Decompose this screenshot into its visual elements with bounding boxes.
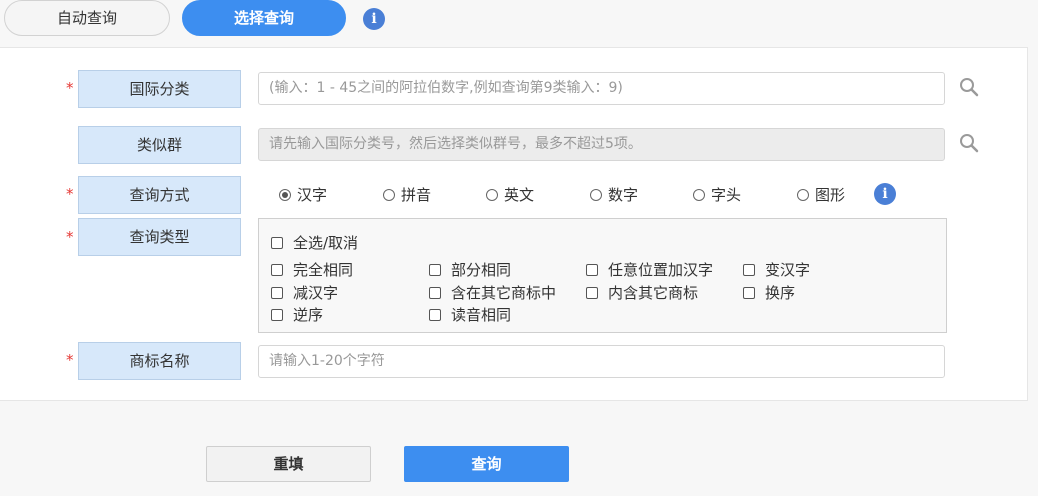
radio-circle	[279, 189, 291, 201]
radio-circle	[797, 189, 809, 201]
required-marker: *	[66, 228, 74, 246]
checkbox-box	[271, 237, 283, 249]
intl-class-search-icon[interactable]	[959, 77, 979, 97]
radio-option-number[interactable]: 数字	[590, 185, 638, 205]
checkbox-label: 含在其它商标中	[451, 284, 557, 302]
info-icon[interactable]: i	[363, 8, 385, 30]
checkbox-box	[586, 287, 598, 299]
checkbox-partial-match[interactable]: 部分相同	[429, 260, 511, 280]
query-type-label: 查询类型	[78, 218, 241, 256]
checkbox-add-hanzi-anywhere[interactable]: 任意位置加汉字	[586, 260, 713, 280]
required-marker: *	[66, 79, 74, 97]
radio-option-graphic[interactable]: 图形	[797, 185, 845, 205]
checkbox-same-pronunciation[interactable]: 读音相同	[429, 305, 511, 325]
tab-auto-query[interactable]: 自动查询	[4, 0, 170, 36]
tab-select-query[interactable]: 选择查询	[182, 0, 346, 36]
checkbox-exact-match[interactable]: 完全相同	[271, 260, 353, 280]
similar-group-input[interactable]: 请先输入国际分类号，然后选择类似群号，最多不超过5项。	[258, 128, 945, 161]
checkbox-box	[429, 309, 441, 321]
radio-circle	[486, 189, 498, 201]
checkbox-select-all[interactable]: 全选/取消	[271, 233, 358, 253]
checkbox-box	[271, 287, 283, 299]
required-marker: *	[66, 351, 74, 369]
radio-label: 英文	[504, 186, 535, 204]
checkbox-label: 逆序	[293, 306, 324, 324]
query-button[interactable]: 查询	[404, 446, 569, 482]
radio-option-pinyin[interactable]: 拼音	[383, 185, 431, 205]
radio-label: 汉字	[297, 186, 328, 204]
query-method-info-icon[interactable]: i	[874, 183, 896, 205]
checkbox-remove-hanzi[interactable]: 减汉字	[271, 283, 338, 303]
checkbox-box	[743, 287, 755, 299]
checkbox-contained-in-other[interactable]: 含在其它商标中	[429, 283, 556, 303]
checkbox-box	[586, 264, 598, 276]
checkbox-label: 任意位置加汉字	[608, 261, 714, 279]
checkbox-reorder[interactable]: 换序	[743, 283, 795, 303]
checkbox-box	[429, 264, 441, 276]
checkbox-label: 部分相同	[451, 261, 512, 279]
checkbox-label: 内含其它商标	[608, 284, 699, 302]
query-type-options-box: 全选/取消 完全相同 部分相同 任意位置加汉字 变汉字 减汉字 含在其它商标中 …	[258, 218, 947, 333]
query-method-label: 查询方式	[78, 176, 241, 214]
radio-option-initials[interactable]: 字头	[693, 185, 741, 205]
checkbox-box	[743, 264, 755, 276]
similar-group-label: 类似群	[78, 126, 241, 164]
checkbox-reverse-order[interactable]: 逆序	[271, 305, 323, 325]
query-mode-tabs: 自动查询 选择查询 i	[0, 0, 1038, 40]
intl-class-label: 国际分类	[78, 70, 241, 108]
checkbox-contains-other[interactable]: 内含其它商标	[586, 283, 698, 303]
radio-circle	[383, 189, 395, 201]
trademark-name-label: 商标名称	[78, 342, 241, 380]
checkbox-label: 变汉字	[765, 261, 811, 279]
radio-option-hanzi[interactable]: 汉字	[279, 185, 327, 205]
intl-class-input[interactable]: (输入：1 - 45之间的阿拉伯数字,例如查询第9类输入：9)	[258, 72, 945, 105]
required-marker: *	[66, 185, 74, 203]
radio-label: 数字	[608, 186, 639, 204]
radio-option-english[interactable]: 英文	[486, 185, 534, 205]
checkbox-change-hanzi[interactable]: 变汉字	[743, 260, 810, 280]
reset-button[interactable]: 重填	[206, 446, 371, 482]
checkbox-label: 换序	[765, 284, 796, 302]
checkbox-label: 读音相同	[451, 306, 512, 324]
checkbox-label: 全选/取消	[293, 234, 359, 252]
radio-circle	[590, 189, 602, 201]
similar-group-search-icon[interactable]	[959, 133, 979, 153]
checkbox-box	[271, 264, 283, 276]
radio-label: 图形	[815, 186, 846, 204]
checkbox-label: 完全相同	[293, 261, 354, 279]
checkbox-box	[429, 287, 441, 299]
trademark-name-input[interactable]: 请输入1-20个字符	[258, 345, 945, 378]
checkbox-box	[271, 309, 283, 321]
radio-label: 字头	[711, 186, 742, 204]
radio-label: 拼音	[401, 186, 432, 204]
checkbox-label: 减汉字	[293, 284, 339, 302]
radio-circle	[693, 189, 705, 201]
